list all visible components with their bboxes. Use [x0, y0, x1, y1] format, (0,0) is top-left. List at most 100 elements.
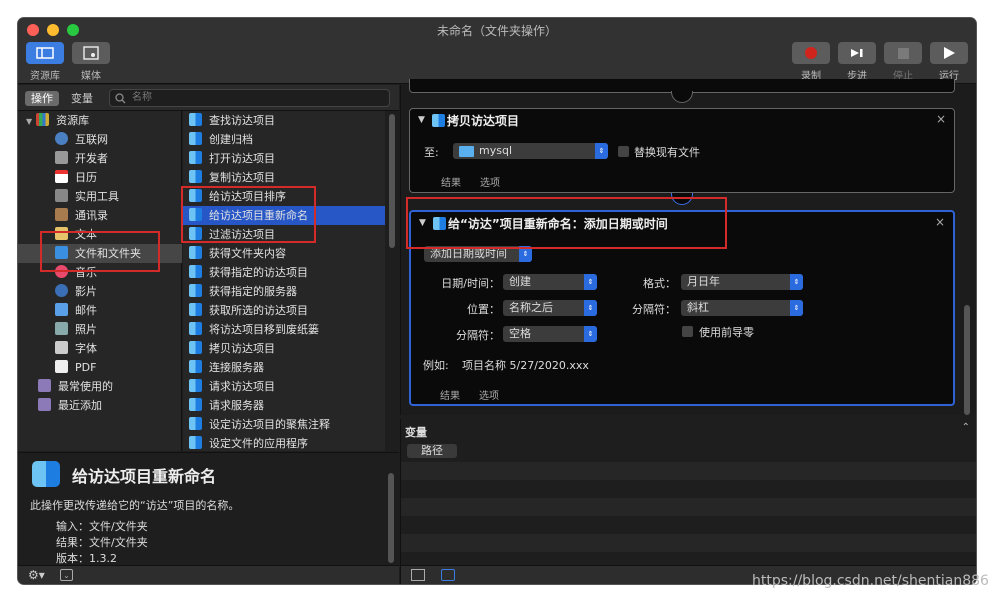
step-button[interactable] [838, 42, 876, 64]
close-icon[interactable]: × [935, 215, 945, 229]
action-item[interactable]: 获得指定的服务器 [183, 282, 385, 301]
finder-icon [189, 341, 202, 354]
action-label: 获得文件夹内容 [209, 247, 286, 260]
copy-finder-items-block[interactable]: ▼ 拷贝访达项目 × 至: mysql ⇕ 替换现有文件 结果 选项 [409, 108, 955, 193]
chevron-updown-icon: ⇕ [790, 274, 803, 290]
action-item[interactable]: 打开访达项目 [183, 149, 385, 168]
separator-select[interactable]: 斜杠 ⇕ [681, 300, 803, 316]
library-button[interactable] [26, 42, 64, 64]
library-root[interactable]: ▼ 资源库 [26, 111, 89, 130]
action-item[interactable]: 请求服务器 [183, 396, 385, 415]
tab-results[interactable]: 结果 [441, 174, 461, 189]
delimiter-select[interactable]: 空格 ⇕ [503, 326, 597, 342]
version-label: 版本： [56, 552, 89, 565]
list-view-icon[interactable] [411, 569, 425, 581]
mail-icon [55, 303, 68, 316]
leading-zero-checkbox[interactable] [682, 326, 693, 337]
category-fonts[interactable]: 字体 [55, 339, 97, 358]
flow-view-icon[interactable] [441, 569, 455, 581]
toggle-description-icon[interactable]: ⌄ [60, 569, 73, 581]
action-label: 连接服务器 [209, 361, 264, 374]
chevron-updown-icon: ⇕ [584, 274, 597, 290]
finder-icon [189, 398, 202, 411]
position-label: 位置： [467, 303, 500, 316]
version-value: 1.3.2 [89, 552, 117, 565]
action-item[interactable]: 设定文件的应用程序 [183, 434, 385, 453]
destination-folder-select[interactable]: mysql ⇕ [453, 143, 608, 159]
stop-button[interactable] [884, 42, 922, 64]
column-header-path[interactable]: 路径 [407, 444, 457, 458]
finder-icon [189, 265, 202, 278]
example-label: 例如: [423, 359, 449, 372]
action-item[interactable]: 请求访达项目 [183, 377, 385, 396]
finder-icon [189, 151, 202, 164]
action-item[interactable]: 获得指定的访达项目 [183, 263, 385, 282]
action-description: 给访达项目重新命名 此操作更改传递给它的“访达”项目的名称。 输入：文件/文件夹… [18, 452, 399, 565]
category-internet[interactable]: 互联网 [55, 130, 108, 149]
action-item[interactable]: 拷贝访达项目 [183, 339, 385, 358]
category-label: 通讯录 [75, 209, 108, 222]
format-select[interactable]: 月日年 ⇕ [681, 274, 803, 290]
category-calendar[interactable]: 日历 [55, 168, 97, 187]
separator-label: 分隔符： [632, 303, 676, 316]
category-photos[interactable]: 照片 [55, 320, 97, 339]
library-root-label: 资源库 [56, 114, 90, 127]
action-label: 请求服务器 [209, 399, 264, 412]
gear-icon[interactable]: ⚙▾ [28, 568, 45, 582]
chevron-updown-icon: ⇕ [584, 326, 597, 342]
tab-actions[interactable]: 操作 [25, 91, 59, 106]
action-item[interactable]: 获取所选的访达项目 [183, 301, 385, 320]
smart-group-recently-added[interactable]: 最近添加 [38, 396, 102, 415]
tab-variables[interactable]: 变量 [65, 91, 99, 106]
folder-icon [459, 146, 474, 157]
tab-options[interactable]: 选项 [479, 387, 499, 402]
finder-icon [189, 246, 202, 259]
canvas-scrollbar[interactable] [964, 305, 970, 415]
media-button[interactable] [72, 42, 110, 64]
action-item[interactable]: 查找访达项目 [183, 111, 385, 130]
tab-options[interactable]: 选项 [480, 174, 500, 189]
action-item[interactable]: 连接服务器 [183, 358, 385, 377]
smart-group-most-used[interactable]: 最常使用的 [38, 377, 113, 396]
finder-icon [189, 417, 202, 430]
position-value: 名称之后 [509, 301, 553, 314]
category-pdf[interactable]: PDF [55, 358, 96, 377]
separator-value: 斜杠 [687, 301, 709, 314]
category-movies[interactable]: 影片 [55, 282, 97, 301]
delimiter-value: 空格 [509, 327, 531, 340]
action-list-scrollbar[interactable] [389, 114, 395, 248]
run-button[interactable] [930, 42, 968, 64]
action-label: 复制访达项目 [209, 171, 275, 184]
description-scrollbar[interactable] [388, 473, 394, 563]
tab-results[interactable]: 结果 [440, 387, 460, 402]
collapse-triangle-icon[interactable]: ▼ [418, 115, 425, 125]
category-label: 影片 [75, 285, 97, 298]
category-label: 实用工具 [75, 190, 119, 203]
position-select[interactable]: 名称之后 ⇕ [503, 300, 597, 316]
category-mail[interactable]: 邮件 [55, 301, 97, 320]
action-item[interactable]: 设定访达项目的聚焦注释 [183, 415, 385, 434]
action-item[interactable]: 获得文件夹内容 [183, 244, 385, 263]
chevron-up-icon[interactable]: ⌃ [962, 422, 970, 433]
action-label: 打开访达项目 [209, 152, 275, 165]
search-input[interactable]: 名称 [109, 89, 390, 107]
play-icon [944, 47, 955, 59]
action-item[interactable]: 将访达项目移到废纸篓 [183, 320, 385, 339]
replace-checkbox[interactable] [618, 146, 629, 157]
record-button[interactable] [792, 42, 830, 64]
to-label: 至: [424, 146, 439, 159]
leading-zero-label: 使用前导零 [699, 326, 754, 339]
action-label: 获得指定的访达项目 [209, 266, 308, 279]
category-developer[interactable]: 开发者 [55, 149, 108, 168]
action-label: 拷贝访达项目 [209, 342, 275, 355]
action-label: 获取所选的访达项目 [209, 304, 308, 317]
action-item[interactable]: 复制访达项目 [183, 168, 385, 187]
category-utilities[interactable]: 实用工具 [55, 187, 119, 206]
finder-icon [189, 284, 202, 297]
datetime-select[interactable]: 创建 ⇕ [503, 274, 597, 290]
action-item[interactable]: 创建归档 [183, 130, 385, 149]
category-label: PDF [75, 361, 97, 374]
chevron-updown-icon: ⇕ [584, 300, 597, 316]
category-contacts[interactable]: 通讯录 [55, 206, 108, 225]
close-icon[interactable]: × [936, 112, 946, 126]
